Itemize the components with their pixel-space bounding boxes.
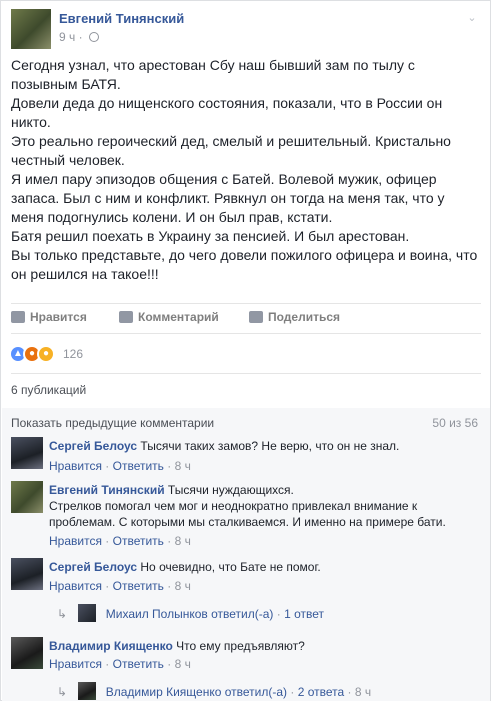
comment-author[interactable]: Евгений Тинянский	[49, 483, 165, 497]
comment-like-link[interactable]: Нравится	[49, 579, 102, 593]
author-avatar[interactable]	[11, 9, 51, 49]
post-header: Евгений Тинянский 9 ч · ⌄	[11, 9, 481, 49]
comment-reply-link[interactable]: Ответить	[113, 579, 164, 593]
comment-meta: Нравится · Ответить · 8 ч	[49, 579, 191, 593]
comment-reply-link[interactable]: Ответить	[113, 534, 164, 548]
comment-like-link[interactable]: Нравится	[49, 534, 102, 548]
reply-verb: ответил(-а)	[224, 685, 288, 699]
post-text: Сегодня узнал, что арестован Сбу наш быв…	[11, 56, 481, 284]
post-paragraph: Сегодня узнал, что арестован Сбу наш быв…	[11, 57, 415, 92]
post-time[interactable]: 9 ч	[59, 30, 75, 44]
comment-text: Владимир Киященко Что ему предъявляют?	[49, 638, 479, 654]
share-icon	[249, 311, 263, 323]
comment-text: Сергей Белоус Тысячи таких замов? Не вер…	[49, 438, 479, 454]
separator: ·	[78, 30, 86, 44]
reply-arrow-icon: ↳	[57, 607, 68, 621]
comment-avatar[interactable]	[11, 481, 43, 513]
separator: ·	[105, 657, 110, 671]
comment-time[interactable]: 8 ч	[175, 459, 191, 473]
comment-avatar[interactable]	[11, 558, 43, 590]
like-button[interactable]: Нравится	[11, 310, 87, 324]
share-label: Поделиться	[268, 310, 341, 324]
post-card: Евгений Тинянский 9 ч · ⌄ Сегодня узнал,…	[0, 0, 491, 701]
reply-count: 2 ответа	[297, 685, 345, 699]
post-paragraph: Довели деда до нищенского состояния, пок…	[11, 95, 443, 130]
comment-body: Тысячи таких замов? Не верю, что он не з…	[140, 439, 400, 453]
comment-author[interactable]: Сергей Белоус	[49, 439, 137, 453]
comment-like-link[interactable]: Нравится	[49, 459, 102, 473]
separator: ·	[276, 607, 281, 621]
reply-arrow-icon: ↳	[57, 685, 68, 699]
action-bar: Нравится Комментарий Поделиться	[11, 307, 481, 329]
post-paragraph: Я имел пару эпизодов общения с Батей. Во…	[11, 171, 445, 225]
comment-body-continued: Стрелков помогал чем мог и неоднократно …	[49, 499, 446, 529]
view-replies-link[interactable]: ↳ Михаил Полынков ответил(-а) · 1 ответ	[57, 604, 324, 622]
separator: ·	[105, 534, 110, 548]
post-paragraph: Батя решил поехать в Украину за пенсией.…	[11, 228, 410, 244]
shares-link[interactable]: 6 публикаций	[11, 383, 86, 397]
comment-reply-link[interactable]: Ответить	[113, 657, 164, 671]
share-button[interactable]: Поделиться	[249, 310, 340, 324]
post-paragraph: Вы только представьте, до чего довели по…	[11, 247, 478, 282]
comment-time[interactable]: 8 ч	[175, 657, 191, 671]
separator: ·	[105, 459, 110, 473]
comment-avatar[interactable]	[11, 437, 43, 469]
globe-icon[interactable]	[88, 32, 99, 42]
divider	[11, 303, 481, 304]
separator: ·	[290, 685, 295, 699]
comments-counter: 50 из 56	[432, 416, 478, 430]
view-replies-link[interactable]: ↳ Владимир Киященко ответил(-а) · 2 отве…	[57, 682, 371, 700]
reactions-count: 126	[63, 347, 84, 361]
comment-text: Евгений Тинянский Тысячи нуждающихся. Ст…	[49, 482, 479, 530]
reply-author: Михаил Полынков	[105, 607, 208, 621]
separator: ·	[167, 579, 172, 593]
post-meta: 9 ч ·	[59, 30, 99, 44]
comment-body: Тысячи нуждающихся.	[167, 483, 294, 497]
reply-count: 1 ответ	[284, 607, 325, 621]
comment-body: Что ему предъявляют?	[176, 639, 305, 653]
comment-author[interactable]: Владимир Киященко	[49, 639, 173, 653]
divider	[11, 373, 481, 374]
comment-text: Сергей Белоус Но очевидно, что Бате не п…	[49, 559, 479, 575]
separator: ·	[347, 685, 352, 699]
comment-label: Комментарий	[138, 310, 219, 324]
comment-button[interactable]: Комментарий	[119, 310, 219, 324]
separator: ·	[167, 657, 172, 671]
separator: ·	[105, 579, 110, 593]
comment-meta: Нравится · Ответить · 8 ч	[49, 657, 191, 671]
comment-meta: Нравится · Ответить · 8 ч	[49, 459, 191, 473]
post-paragraph: Это реально героический дед, смелый и ре…	[11, 133, 451, 168]
reply-verb: ответил(-а)	[211, 607, 274, 621]
comment-meta: Нравится · Ответить · 8 ч	[49, 534, 191, 548]
reply-time: 8 ч	[354, 685, 372, 699]
comment-avatar[interactable]	[11, 637, 43, 669]
divider	[11, 333, 481, 334]
comment-reply-link[interactable]: Ответить	[113, 459, 164, 473]
comment-time[interactable]: 8 ч	[175, 579, 191, 593]
chevron-down-icon[interactable]: ⌄	[465, 11, 479, 25]
sad-icon: ●	[37, 345, 55, 363]
comment-body: Но очевидно, что Бате не помог.	[140, 560, 321, 574]
thumbs-up-icon	[11, 311, 25, 323]
comment-icon	[119, 311, 133, 323]
reply-avatar	[78, 682, 97, 700]
comment-time[interactable]: 8 ч	[175, 534, 191, 548]
author-name[interactable]: Евгений Тинянский	[59, 11, 184, 26]
separator: ·	[167, 534, 172, 548]
comment-author[interactable]: Сергей Белоус	[49, 560, 137, 574]
comment-like-link[interactable]: Нравится	[49, 657, 102, 671]
reply-avatar	[78, 604, 97, 622]
show-previous-comments[interactable]: Показать предыдущие комментарии	[11, 416, 214, 430]
separator: ·	[167, 459, 172, 473]
reply-author: Владимир Киященко	[105, 685, 222, 699]
like-label: Нравится	[30, 310, 87, 324]
